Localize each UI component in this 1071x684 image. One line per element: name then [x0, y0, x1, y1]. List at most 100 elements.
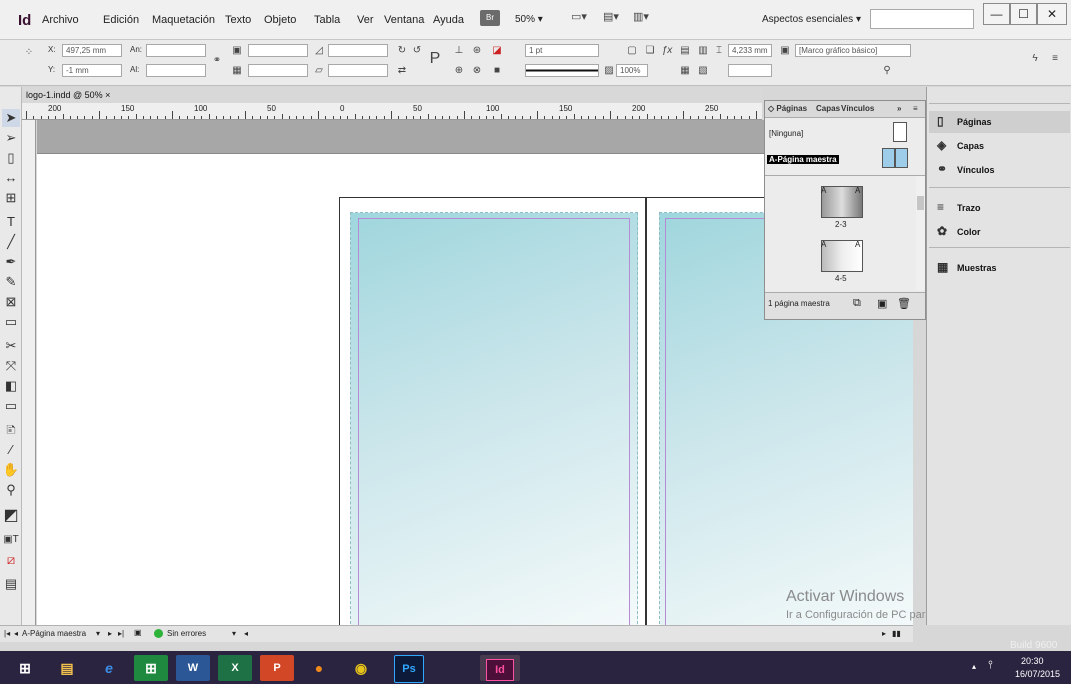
- lightning-icon[interactable]: ϟ: [1028, 52, 1042, 66]
- width-field[interactable]: [146, 44, 206, 57]
- clock-date[interactable]: 16/07/2015: [1015, 669, 1060, 679]
- last-page-icon[interactable]: ▸|: [118, 629, 124, 638]
- view-options-icon[interactable]: ▤▾: [600, 10, 622, 26]
- dock-item-vinculos[interactable]: ⚭ Vínculos: [929, 159, 1070, 181]
- chrome-icon[interactable]: ◉: [344, 655, 378, 681]
- screen-mode-icon[interactable]: ▭▾: [568, 10, 590, 26]
- clock-time[interactable]: 20:30: [1021, 656, 1044, 666]
- scale-y-field[interactable]: [248, 64, 308, 77]
- panel-collapse-icon[interactable]: »: [897, 104, 901, 113]
- next-page-icon[interactable]: ▸: [108, 629, 112, 638]
- menu-tabla[interactable]: Tabla: [314, 14, 340, 26]
- page-select[interactable]: A-Página maestra: [22, 629, 86, 638]
- reference-p-icon[interactable]: P: [428, 51, 442, 67]
- menu-ver[interactable]: Ver: [357, 14, 374, 26]
- opacity-field[interactable]: 100%: [616, 64, 648, 77]
- select-container-icon[interactable]: ⊥: [452, 44, 466, 58]
- pages-scroll-thumb[interactable]: [917, 196, 924, 210]
- open-page-icon[interactable]: ▣: [134, 628, 142, 637]
- panel-menu-icon[interactable]: ≡: [1048, 52, 1062, 66]
- bridge-button[interactable]: Br: [480, 10, 500, 26]
- file-explorer-icon[interactable]: ▤: [50, 655, 84, 681]
- panel-menu-icon[interactable]: ≡: [913, 104, 918, 113]
- select-next-icon[interactable]: ⊗: [470, 64, 484, 78]
- dock-item-muestras[interactable]: ▦ Muestras: [929, 257, 1070, 279]
- close-button[interactable]: ✕: [1037, 3, 1067, 25]
- select-prev-icon[interactable]: ⊕: [452, 64, 466, 78]
- pencil-tool-icon[interactable]: ✎: [2, 273, 20, 291]
- selection-tool-icon[interactable]: ➤: [2, 109, 20, 127]
- opacity-icon[interactable]: ▨: [602, 64, 616, 78]
- rectangle-frame-tool-icon[interactable]: ⊠: [2, 293, 20, 311]
- menu-objeto[interactable]: Objeto: [264, 14, 296, 26]
- constrain-proportions-icon[interactable]: ⚭: [210, 54, 224, 68]
- object-style-icon[interactable]: ▣: [778, 44, 792, 58]
- dock-item-trazo[interactable]: ≡ Trazo: [929, 197, 1070, 219]
- pen-tool-icon[interactable]: ✒: [2, 253, 20, 271]
- photoshop-icon[interactable]: Ps: [394, 655, 424, 683]
- zoom-select[interactable]: 50% ▾: [515, 14, 543, 25]
- menu-ayuda[interactable]: Ayuda: [433, 14, 464, 26]
- horizontal-ruler[interactable]: 200 150 100 50 0 50 100 150 200 250: [22, 103, 762, 120]
- free-transform-tool-icon[interactable]: ⤧: [2, 357, 20, 375]
- menu-archivo[interactable]: Archivo: [42, 14, 79, 26]
- apply-none-icon[interactable]: ⧄: [2, 551, 20, 569]
- align-icon[interactable]: ▦: [678, 64, 692, 78]
- page-dropdown-icon[interactable]: ▾: [96, 629, 100, 638]
- effects-icon[interactable]: ❏: [643, 44, 657, 58]
- excel-icon[interactable]: X: [218, 655, 252, 681]
- gap-tool-icon[interactable]: ↔: [2, 169, 20, 187]
- rotate-icon[interactable]: ◿: [312, 44, 326, 58]
- master-none-row[interactable]: [Ninguna]: [765, 121, 925, 145]
- firefox-icon[interactable]: ●: [302, 655, 336, 681]
- content-collector-icon[interactable]: ⊞: [2, 189, 20, 207]
- minimize-button[interactable]: —: [983, 3, 1010, 25]
- trash-icon[interactable]: 🗑: [897, 297, 911, 310]
- object-style-select[interactable]: [Marco gráfico básico]: [795, 44, 911, 57]
- search-input[interactable]: [870, 9, 974, 29]
- first-page-icon[interactable]: |◂: [4, 629, 10, 638]
- network-icon[interactable]: ⫯: [988, 659, 993, 672]
- eyedropper-tool-icon[interactable]: ⁄: [2, 441, 20, 459]
- rectangle-tool-icon[interactable]: ▭: [2, 313, 20, 331]
- dock-item-capas[interactable]: ◈ Capas: [929, 135, 1070, 157]
- word-icon[interactable]: W: [176, 655, 210, 681]
- fill-none-icon[interactable]: ◪: [490, 44, 504, 58]
- line-tool-icon[interactable]: ╱: [2, 233, 20, 251]
- scroll-right-icon[interactable]: ▸: [882, 629, 886, 638]
- start-button[interactable]: ⊞: [8, 655, 42, 681]
- rotation-field[interactable]: [328, 44, 388, 57]
- dock-item-color[interactable]: ✿ Color: [929, 221, 1070, 243]
- workspace-select[interactable]: Aspectos esenciales ▾: [762, 14, 861, 25]
- page-tool-icon[interactable]: ▯: [2, 149, 20, 167]
- stroke-type-select[interactable]: [525, 64, 599, 77]
- tab-paginas[interactable]: ◇ Páginas: [768, 104, 807, 113]
- arrange-documents-icon[interactable]: ▥▾: [630, 10, 652, 26]
- scale-x-field[interactable]: [248, 44, 308, 57]
- fx-icon[interactable]: ƒx: [660, 44, 674, 58]
- hand-tool-icon[interactable]: ✋: [2, 461, 20, 479]
- flip-icon[interactable]: ⇄: [395, 64, 409, 78]
- note-tool-icon[interactable]: 🗈: [2, 421, 20, 439]
- stroke-weight-field[interactable]: 1 pt: [525, 44, 599, 57]
- stroke-swatch-icon[interactable]: ■: [490, 64, 504, 78]
- store-icon[interactable]: ⊞: [134, 655, 168, 681]
- scroll-handle-icon[interactable]: ▮▮: [892, 629, 901, 638]
- page-left[interactable]: [339, 197, 646, 625]
- preflight-menu-icon[interactable]: ▾: [232, 629, 236, 638]
- height-field[interactable]: [146, 64, 206, 77]
- menu-maquetacion[interactable]: Maquetación: [152, 14, 215, 26]
- corner-icon[interactable]: ⌶: [712, 44, 726, 58]
- scale-y-icon[interactable]: ▦: [230, 64, 244, 78]
- maximize-button[interactable]: ☐: [1010, 3, 1037, 25]
- shear-field[interactable]: [328, 64, 388, 77]
- screen-mode-tool-icon[interactable]: ▤: [2, 575, 20, 593]
- shear-icon[interactable]: ▱: [312, 64, 326, 78]
- distribute-icon[interactable]: ▧: [696, 64, 710, 78]
- scale-x-icon[interactable]: ▣: [230, 44, 244, 58]
- page-size-icon[interactable]: ⧉: [853, 297, 861, 310]
- quick-apply-icon[interactable]: ⚲: [880, 64, 894, 78]
- rotate-ccw-icon[interactable]: ↺: [410, 44, 424, 58]
- indesign-taskbar-button[interactable]: Id: [480, 655, 520, 681]
- preflight-status[interactable]: Sin errores: [167, 629, 206, 638]
